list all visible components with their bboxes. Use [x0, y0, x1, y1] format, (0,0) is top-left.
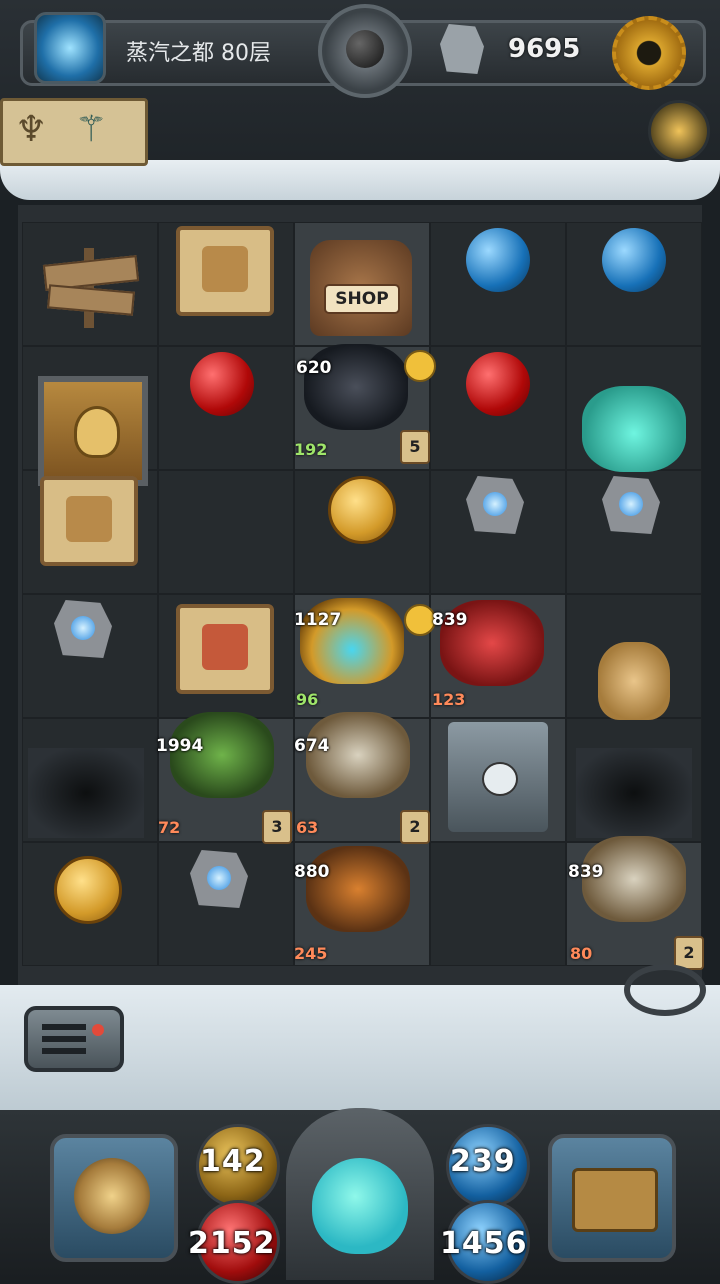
- blue-gem-icon[interactable]: [466, 476, 524, 534]
- hero-portrait[interactable]: [286, 1108, 434, 1280]
- tesla-machine-icon[interactable]: [448, 722, 548, 832]
- blue-gem-icon[interactable]: [190, 850, 248, 908]
- gem-count: 9695: [508, 34, 581, 64]
- tile[interactable]: [430, 842, 566, 966]
- shop-label: SHOP: [324, 284, 400, 314]
- blue-potion-icon[interactable]: [466, 228, 530, 292]
- spellbook-icon: [572, 1168, 658, 1232]
- spider-monster[interactable]: [304, 344, 408, 430]
- knight-defense: 96: [296, 690, 319, 709]
- spider-attack: 620: [296, 358, 332, 378]
- tank-attack: 674: [294, 736, 330, 756]
- equipment-tab[interactable]: ♆ ⚚: [0, 98, 148, 166]
- blue-potion-icon[interactable]: [602, 228, 666, 292]
- wings-scroll-icon[interactable]: [176, 226, 274, 316]
- spellbook-button[interactable]: [548, 1134, 676, 1262]
- green-mech-level: 3: [262, 810, 292, 844]
- blue-gem-icon[interactable]: [602, 476, 660, 534]
- gem-currency-icon: [440, 24, 484, 74]
- tank2-defense: 80: [570, 944, 593, 963]
- wings-icon: ⚚: [75, 109, 108, 150]
- crab-defense: 245: [294, 944, 328, 963]
- locked-door-icon[interactable]: [38, 376, 148, 486]
- red-potion-icon[interactable]: [466, 352, 530, 416]
- mana-value: 1456: [440, 1226, 528, 1261]
- gold-coin-icon[interactable]: [328, 476, 396, 544]
- keyhole-icon: [74, 406, 120, 458]
- floor-title: 蒸汽之都 80层: [126, 41, 271, 66]
- compass-helmet-icon: [74, 1158, 150, 1234]
- laurel-slime-monster[interactable]: [582, 386, 686, 472]
- rock-crab-monster[interactable]: [306, 846, 410, 932]
- hero-equipment-button[interactable]: [50, 1134, 178, 1262]
- header-snow: [0, 160, 720, 200]
- signpost-icon[interactable]: [42, 244, 140, 334]
- red-robot-defense: 123: [432, 690, 466, 709]
- tank-level: 2: [400, 810, 430, 844]
- spider-level: 5: [400, 430, 430, 464]
- candelabra-icon: ♆: [15, 109, 48, 150]
- wings-scroll-icon[interactable]: [40, 476, 138, 566]
- spider-defense: 192: [294, 440, 328, 459]
- hp-value: 2152: [188, 1226, 276, 1261]
- crab-attack: 880: [294, 862, 330, 882]
- shop-icon[interactable]: SHOP: [310, 240, 412, 336]
- broken-wall-icon: [576, 748, 692, 838]
- meteor-scroll-icon[interactable]: [176, 604, 274, 694]
- red-potion-icon[interactable]: [190, 352, 254, 416]
- blue-gem-icon[interactable]: [54, 600, 112, 658]
- bomb-gear-icon[interactable]: [318, 4, 412, 98]
- green-mech-defense: 72: [158, 818, 181, 837]
- knight-attack: 1127: [294, 610, 342, 630]
- tile[interactable]: [158, 470, 294, 594]
- treasure-bag-icon[interactable]: [598, 642, 670, 720]
- attack-value: 142: [200, 1144, 266, 1179]
- tank2-attack: 839: [568, 862, 604, 882]
- gold-coin-icon[interactable]: [54, 856, 122, 924]
- red-robot-attack: 839: [432, 610, 468, 630]
- tank-defense: 63: [296, 818, 319, 837]
- monster-guide-icon[interactable]: [648, 100, 710, 162]
- green-mech-attack: 1994: [156, 736, 204, 756]
- broken-wall-icon: [28, 748, 144, 838]
- sword-buff-icon: [404, 350, 436, 382]
- defense-value: 239: [450, 1144, 516, 1179]
- slime-hero-icon: [312, 1158, 408, 1254]
- menu-button[interactable]: [24, 1006, 124, 1072]
- settings-gear-icon[interactable]: [612, 16, 686, 90]
- portal-icon[interactable]: [34, 12, 106, 84]
- pipe-valve-icon: [624, 964, 706, 1016]
